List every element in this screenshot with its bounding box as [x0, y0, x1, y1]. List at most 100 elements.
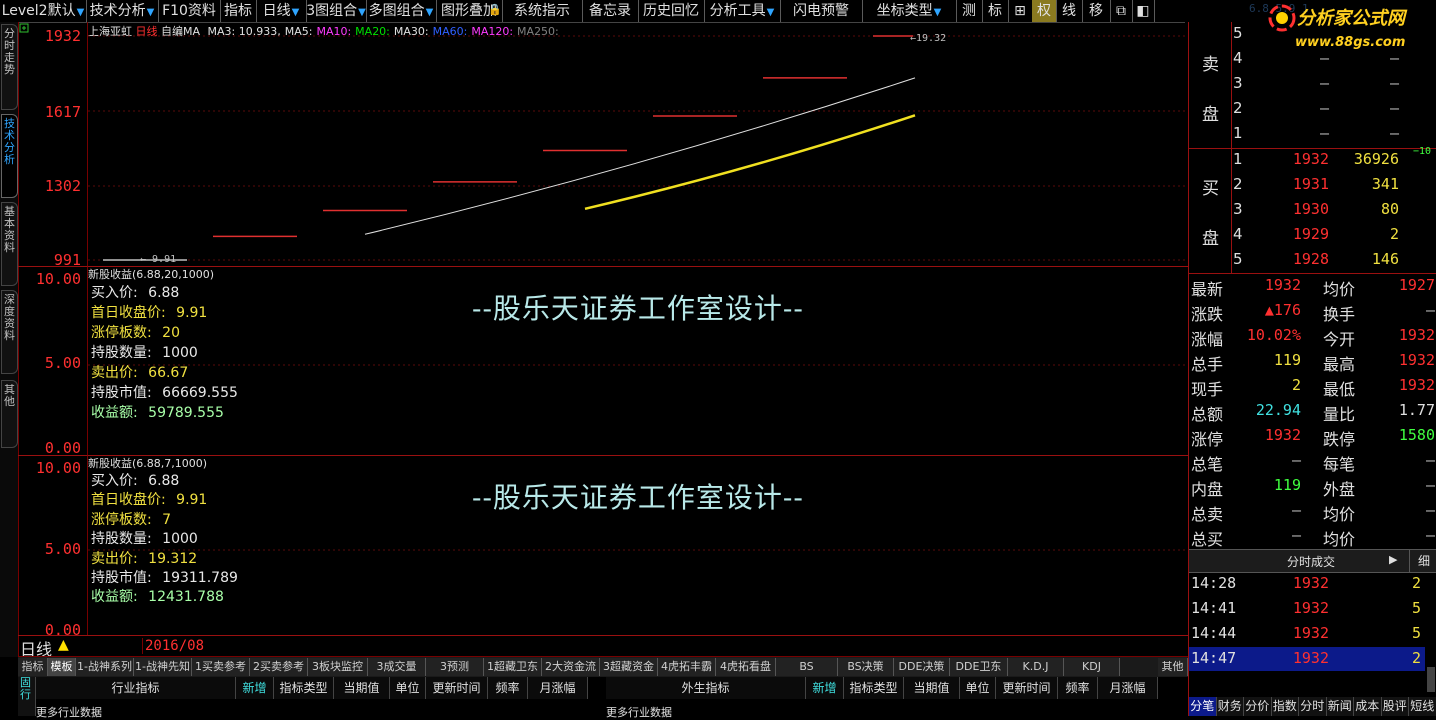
indicator-line-label: 收益额:	[91, 589, 143, 606]
formula-tab-17[interactable]: DDE卫东	[950, 658, 1008, 676]
quote-value: 1932	[1398, 326, 1435, 344]
menu-item-8[interactable]: 系统指示	[502, 0, 583, 22]
main-kline-chart[interactable]: 上海亚虹 日线 自编MA MA3: 10.933, MA5: MA10: MA20: M…	[88, 22, 1188, 266]
formula-tab-11[interactable]: 3超藏资金	[600, 658, 658, 676]
formula-tab-13[interactable]: 4虎拓看盘	[716, 658, 776, 676]
tick-row[interactable]: 14:41 1932 5	[1189, 597, 1425, 621]
book-price: 1931	[1292, 175, 1329, 193]
menu-item-5[interactable]: 3图组合▼	[306, 0, 367, 22]
formula-tab-1[interactable]: 模板	[48, 658, 76, 676]
formula-tab-18[interactable]: K.D.J	[1008, 658, 1064, 676]
tick-row[interactable]: 14:28 1932 2	[1189, 572, 1425, 596]
book-level: 3	[1233, 200, 1243, 218]
menu-item-6[interactable]: 多图组合▼	[366, 0, 437, 22]
formula-tab-4[interactable]: 1买卖参考	[192, 658, 250, 676]
lock-icon[interactable]: 🔒	[488, 3, 502, 16]
menu-item-1[interactable]: 技术分析▼	[86, 0, 159, 22]
quote-key: 最低	[1323, 380, 1356, 399]
indicator-line-value: 6.88	[148, 285, 180, 301]
quote-tab-4[interactable]: 分时	[1299, 697, 1327, 716]
sub1-indicator-panel[interactable]: 新股收益(6.88,20,1000) 买入价: 6.88 首日收盘价: 9.91 涨…	[88, 266, 1188, 455]
menu-item-0[interactable]: Level2默认▼	[0, 0, 87, 22]
ticks-title: 分时成交	[1287, 555, 1336, 569]
ticks-detail-button[interactable]: 细	[1409, 550, 1436, 572]
menu-item-12[interactable]: 闪电预警	[780, 0, 863, 22]
formula-tab-10[interactable]: 2大资金流	[542, 658, 600, 676]
sub2-indicator-panel[interactable]: 新股收益(6.88,7,1000) 买入价: 6.88 首日收盘价: 9.91 涨停…	[88, 455, 1188, 636]
menu-label: 线	[1062, 3, 1076, 19]
quote-tab-5[interactable]: 新闻	[1326, 697, 1354, 716]
menu-item-14[interactable]: 测	[956, 0, 983, 22]
formula-tab-8[interactable]: 3预测	[426, 658, 484, 676]
indicator-line-label: 涨停板数:	[91, 325, 157, 341]
formula-tab-6[interactable]: 3板块监控	[308, 658, 368, 676]
left-tab-2[interactable]: 基本资料	[1, 202, 18, 286]
quote-tab-6[interactable]: 成本	[1354, 697, 1382, 716]
formula-tab-7[interactable]: 3成交量	[368, 658, 426, 676]
logo-area: 6.8 5.9 1 分析家公式网	[1185, 0, 1436, 32]
menu-item-13[interactable]: 坐标类型▼	[862, 0, 957, 22]
tick-row[interactable]: 14:44 1932 5	[1189, 622, 1425, 646]
left-tab-3[interactable]: 深度资料	[1, 290, 18, 374]
quote-tab-0[interactable]: 分笔	[1189, 697, 1217, 716]
quote-key: 最高	[1323, 355, 1356, 374]
ticks-next-icon[interactable]: ▶	[1389, 553, 1397, 566]
quote-key: 跌停	[1323, 430, 1356, 449]
menu-item-3[interactable]: 指标	[220, 0, 257, 22]
ma5-line	[584, 114, 916, 211]
quote-tab-1[interactable]: 财务	[1216, 697, 1244, 716]
left-vertical-tabs: 分时走势技术分析基本资料深度资料其他	[0, 22, 19, 657]
sub1-title: 新股收益(6.88,20,1000)	[88, 268, 215, 281]
tick-row[interactable]: 14:47 1932 2	[1189, 647, 1425, 671]
external-add-button[interactable]: 新增	[806, 677, 844, 699]
menu-item-15[interactable]: 标	[982, 0, 1009, 22]
menu-item-4[interactable]: 日线▼	[256, 0, 307, 22]
indicator-line: 涨停板数: 7	[91, 509, 171, 529]
industry-add-button[interactable]: 新增	[236, 677, 274, 699]
quote-value: —	[1291, 526, 1301, 544]
menu-label: F10资料	[162, 3, 216, 19]
menu-item-2[interactable]: F10资料	[158, 0, 221, 22]
crosshair-icon[interactable]: ⊞	[1008, 0, 1033, 22]
y-label: 1617	[44, 103, 81, 121]
restore-window-icon[interactable]: ⧉	[1110, 0, 1133, 22]
indicator-line: 持股数量: 1000	[91, 528, 198, 548]
left-tab-4[interactable]: 其他	[1, 380, 18, 448]
quote-tab-2[interactable]: 分价	[1244, 697, 1272, 716]
left-tab-1[interactable]: 技术分析	[1, 114, 18, 198]
bottom-side-tab[interactable]: 固行	[18, 677, 36, 716]
panel-toggle-icon[interactable]: ◧	[1132, 0, 1155, 22]
quote-tab-8[interactable]: 短线	[1409, 697, 1436, 716]
formula-tab-19[interactable]: KDJ	[1064, 658, 1120, 676]
indicator-icon[interactable]	[19, 22, 29, 33]
left-tab-0[interactable]: 分时走势	[1, 24, 18, 110]
period-triangle-icon[interactable]: ▲	[58, 637, 69, 653]
formula-tab-14[interactable]: BS	[776, 658, 838, 676]
menu-label: 3图组合	[306, 3, 358, 19]
external-data-link[interactable]: 更多行业数据	[606, 704, 672, 720]
quote-tab-3[interactable]: 指数	[1271, 697, 1299, 716]
indicator-line-label: 卖出价:	[91, 550, 143, 567]
quote-value: 119	[1273, 351, 1301, 369]
formula-tab-9[interactable]: 1超藏卫东	[484, 658, 542, 676]
menu-item-16[interactable]: 权	[1032, 0, 1057, 22]
formula-tab-15[interactable]: BS决策	[838, 658, 894, 676]
menu-item-11[interactable]: 分析工具▼	[704, 0, 781, 22]
formula-tab-3[interactable]: 1-战神先知	[134, 658, 192, 676]
formula-tab-12[interactable]: 4虎拓丰霸	[658, 658, 716, 676]
formula-tab-5[interactable]: 2买卖参考	[250, 658, 308, 676]
formula-tab-20[interactable]: 其他	[1158, 658, 1188, 676]
menu-item-17[interactable]: 线	[1056, 0, 1083, 22]
tick-scrollbar[interactable]	[1427, 667, 1435, 692]
formula-tab-0[interactable]: 指标	[18, 658, 48, 676]
menu-item-9[interactable]: 备忘录	[582, 0, 639, 22]
formula-tab-2[interactable]: 1-战神系列	[76, 658, 134, 676]
quote-tab-7[interactable]: 股评	[1381, 697, 1409, 716]
formula-tab-16[interactable]: DDE决策	[894, 658, 950, 676]
menu-label: 技术分析	[89, 3, 146, 19]
menu-item-18[interactable]: 移	[1082, 0, 1111, 22]
quote-key: 最新	[1191, 280, 1224, 299]
menu-item-10[interactable]: 历史回忆	[638, 0, 705, 22]
book-price: 1932	[1292, 150, 1329, 168]
industry-data-link[interactable]: 更多行业数据	[36, 704, 102, 720]
